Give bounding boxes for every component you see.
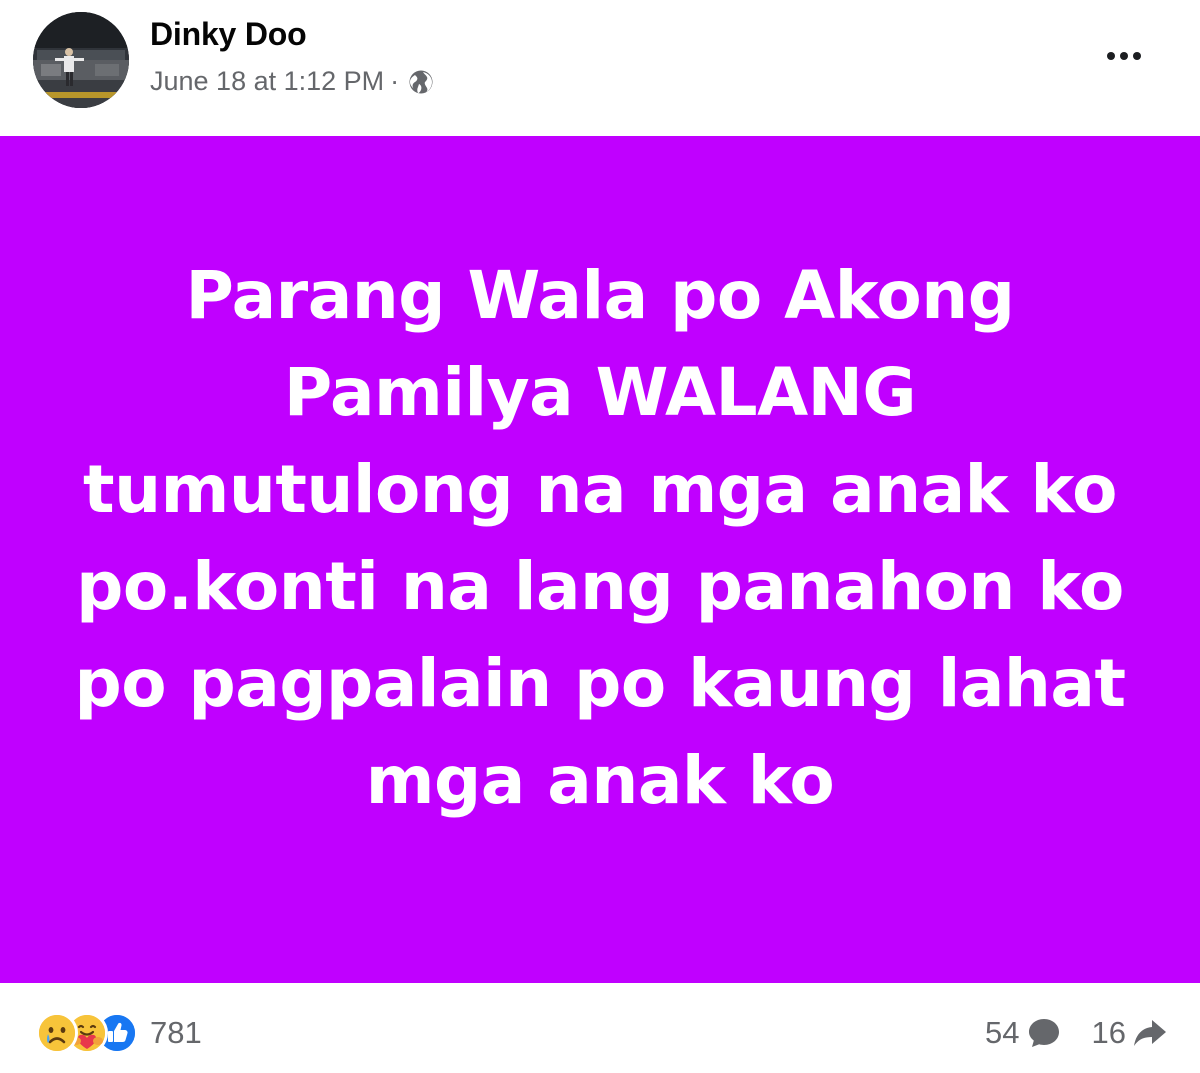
sad-reaction-icon bbox=[36, 1012, 78, 1054]
author-name[interactable]: Dinky Doo bbox=[150, 16, 307, 53]
comment-icon bbox=[1024, 1013, 1064, 1053]
share-icon bbox=[1130, 1013, 1170, 1053]
post-text: Parang Wala po Akong Pamilya WALANG tumu… bbox=[74, 256, 1126, 819]
reactions-summary[interactable]: 781 bbox=[36, 1012, 202, 1054]
comment-count: 54 bbox=[985, 1015, 1020, 1050]
avatar[interactable] bbox=[33, 12, 129, 108]
meta-separator: · bbox=[390, 66, 400, 96]
more-options-icon bbox=[1107, 52, 1115, 60]
avatar-photo bbox=[33, 12, 129, 108]
post-meta: June 18 at 1:12 PM · bbox=[150, 66, 435, 97]
share-count: 16 bbox=[1091, 1015, 1126, 1050]
comments-link[interactable]: 54 bbox=[985, 1013, 1063, 1053]
post-footer: 781 54 16 bbox=[0, 983, 1200, 1073]
post-stats: 54 16 bbox=[985, 1013, 1170, 1053]
shares-link[interactable]: 16 bbox=[1092, 1013, 1170, 1053]
reaction-count: 781 bbox=[150, 1015, 202, 1050]
globe-icon[interactable] bbox=[407, 68, 435, 96]
post-text-card[interactable]: Parang Wala po Akong Pamilya WALANG tumu… bbox=[0, 136, 1200, 983]
more-options-button[interactable] bbox=[1094, 34, 1154, 78]
post-timestamp[interactable]: June 18 at 1:12 PM bbox=[150, 66, 384, 97]
post-header: Dinky Doo June 18 at 1:12 PM · bbox=[0, 0, 1200, 136]
facebook-post: Dinky Doo June 18 at 1:12 PM · Parang Wa… bbox=[0, 0, 1200, 1073]
